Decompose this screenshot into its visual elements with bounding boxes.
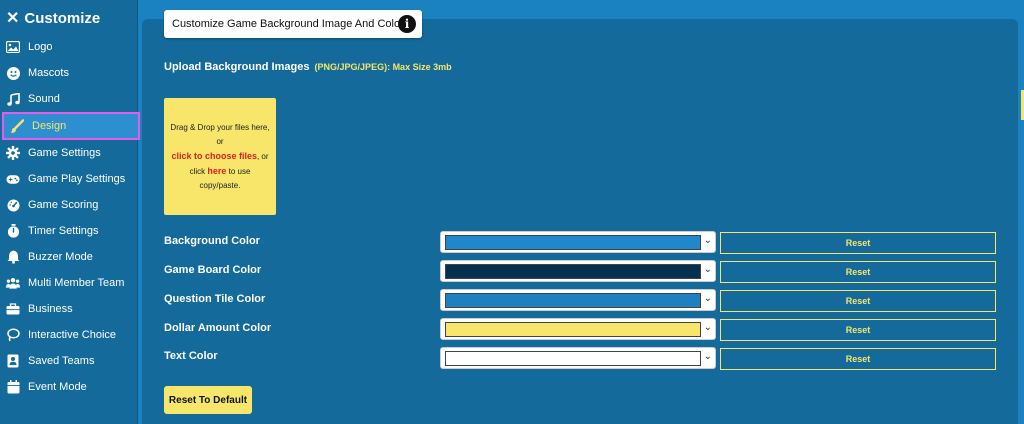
color-swatch — [445, 235, 701, 250]
sidebar-item-game-settings[interactable]: Game Settings — [0, 140, 138, 166]
dropzone-comma-or: , or — [256, 151, 269, 161]
image-icon — [6, 40, 20, 54]
calendar-icon — [6, 380, 20, 394]
page-title: Customize Game Background Image And Colo… — [172, 18, 410, 30]
sidebar-item-label: Multi Member Team — [28, 277, 125, 289]
dollar-amount-color-label: Dollar Amount Color — [164, 322, 272, 334]
upload-format-note: (PNG/JPG/JPEG): Max Size 3mb — [314, 62, 452, 72]
sidebar-item-label: Game Play Settings — [28, 173, 126, 185]
sidebar-item-logo[interactable]: Logo — [0, 34, 138, 60]
file-dropzone[interactable]: Drag & Drop your files here, or click to… — [164, 98, 276, 215]
text-color-select[interactable]: ⌄ — [440, 347, 716, 369]
page-title-card: Customize Game Background Image And Colo… — [164, 10, 422, 38]
dropzone-click-text: click — [189, 166, 206, 176]
sidebar-item-interactive-choice[interactable]: Interactive Choice — [0, 322, 138, 348]
gauge-icon — [6, 198, 20, 212]
chevron-down-icon: ⌄ — [703, 235, 712, 246]
color-swatch — [445, 322, 701, 337]
sidebar-item-mascots[interactable]: Mascots — [0, 60, 138, 86]
chevron-down-icon: ⌄ — [703, 351, 712, 362]
sidebar-item-label: Saved Teams — [28, 355, 95, 367]
sidebar-header: ✕ Customize — [6, 8, 100, 28]
upload-label-text: Upload Background Images — [164, 61, 310, 73]
sidebar-item-saved-teams[interactable]: Saved Teams — [0, 348, 138, 374]
dropzone-choose-line: click to choose files, or — [171, 149, 268, 164]
sidebar-item-design[interactable]: Design — [2, 112, 140, 140]
close-icon[interactable]: ✕ — [6, 8, 19, 28]
dropzone-or: or — [216, 136, 224, 146]
color-swatch — [445, 264, 701, 279]
sidebar-item-label: Event Mode — [28, 381, 87, 393]
dropzone-paste-line: click here to use — [190, 164, 251, 179]
sidebar-item-multi-member-team[interactable]: Multi Member Team — [0, 270, 138, 296]
background-color-select[interactable]: ⌄ — [440, 231, 716, 253]
sidebar: ✕ Customize Logo Mascots Sound Design Ga… — [0, 0, 140, 424]
music-note-icon — [6, 92, 20, 106]
sidebar-item-label: Sound — [28, 93, 60, 105]
sidebar-item-label: Business — [28, 303, 73, 315]
color-swatch — [445, 351, 701, 366]
info-icon[interactable]: i — [398, 15, 416, 33]
sidebar-item-business[interactable]: Business — [0, 296, 138, 322]
chevron-down-icon: ⌄ — [703, 322, 712, 333]
paintbrush-icon — [10, 118, 24, 133]
upload-section-label: Upload Background Images (PNG/JPG/JPEG):… — [164, 61, 452, 73]
sidebar-item-buzzer-mode[interactable]: Buzzer Mode — [0, 244, 138, 270]
briefcase-icon — [6, 302, 20, 316]
sidebar-item-label: Buzzer Mode — [28, 251, 93, 263]
users-icon — [6, 276, 20, 290]
sidebar-item-label: Interactive Choice — [28, 329, 117, 341]
smiley-icon — [6, 66, 20, 80]
dropzone-line: Drag & Drop your files here, — [170, 122, 270, 132]
reset-to-default-button[interactable]: Reset To Default — [164, 386, 252, 414]
background-color-reset-button[interactable]: Reset — [720, 232, 996, 254]
sidebar-item-game-play-settings[interactable]: Game Play Settings — [0, 166, 138, 192]
sidebar-item-label: Game Settings — [28, 147, 101, 159]
game-board-color-reset-button[interactable]: Reset — [720, 261, 996, 283]
color-swatch — [445, 293, 701, 308]
dropzone-tail-text: to use — [228, 166, 251, 176]
sidebar-item-label: Timer Settings — [28, 225, 99, 237]
sidebar-item-label: Design — [32, 120, 67, 132]
sidebar-item-timer-settings[interactable]: Timer Settings — [0, 218, 138, 244]
stopwatch-icon — [6, 224, 20, 238]
sidebar-item-event-mode[interactable]: Event Mode — [0, 374, 138, 400]
question-tile-color-select[interactable]: ⌄ — [440, 289, 716, 311]
sidebar-item-label: Logo — [28, 41, 53, 53]
text-color-label: Text Color — [164, 350, 218, 362]
dropzone-tail-text-2: copy/paste. — [199, 180, 241, 190]
lasso-icon — [6, 328, 20, 342]
bell-icon — [6, 250, 20, 264]
contact-card-icon — [6, 354, 20, 368]
chevron-down-icon: ⌄ — [703, 264, 712, 275]
text-color-reset-button[interactable]: Reset — [720, 348, 996, 370]
paste-here-link[interactable]: here — [207, 166, 226, 176]
question-tile-color-reset-button[interactable]: Reset — [720, 290, 996, 312]
gamepad-icon — [6, 172, 20, 186]
question-tile-color-label: Question Tile Color — [164, 293, 266, 305]
sidebar-item-label: Game Scoring — [28, 199, 99, 211]
choose-files-link[interactable]: click to choose files — [171, 151, 257, 161]
sidebar-item-label: Mascots — [28, 67, 69, 79]
gear-icon — [6, 146, 20, 160]
chevron-down-icon: ⌄ — [703, 293, 712, 304]
background-color-label: Background Color — [164, 235, 260, 247]
game-board-color-label: Game Board Color — [164, 264, 262, 276]
game-board-color-select[interactable]: ⌄ — [440, 260, 716, 282]
sidebar-item-sound[interactable]: Sound — [0, 86, 138, 112]
sidebar-title: Customize — [24, 9, 101, 27]
dollar-amount-color-reset-button[interactable]: Reset — [720, 319, 996, 341]
sidebar-item-game-scoring[interactable]: Game Scoring — [0, 192, 138, 218]
dollar-amount-color-select[interactable]: ⌄ — [440, 318, 716, 340]
